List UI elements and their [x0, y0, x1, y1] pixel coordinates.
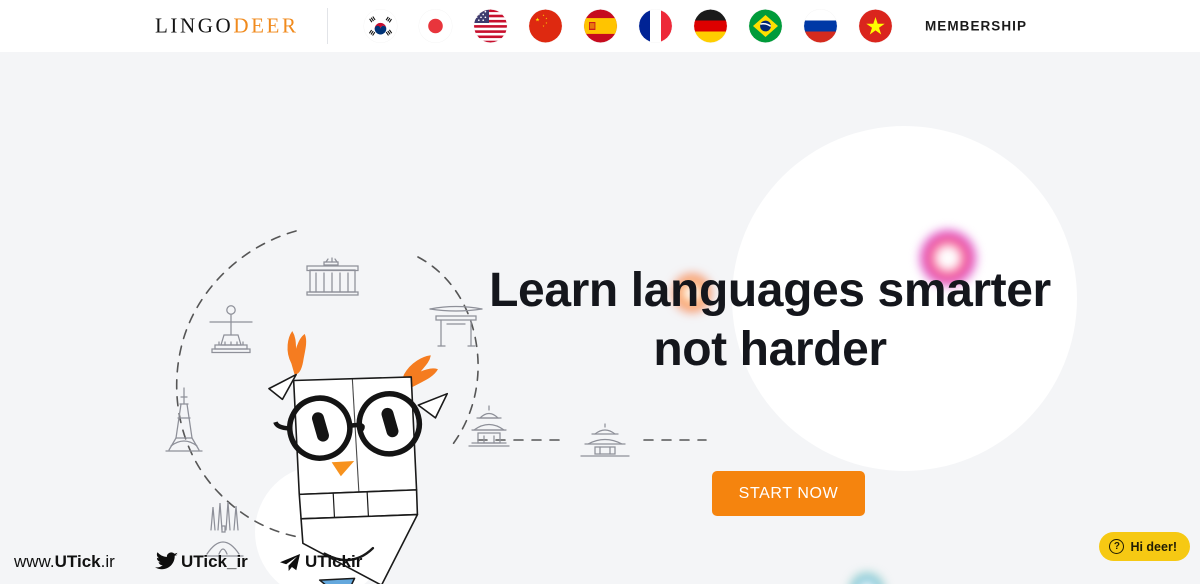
page-root: LINGODEER MEMBERSHIP Learn languages sma…	[0, 0, 1200, 584]
membership-link[interactable]: MEMBERSHIP	[925, 19, 1027, 34]
site-header: LINGODEER MEMBERSHIP	[0, 0, 1200, 52]
flag-korea-icon[interactable]	[364, 9, 397, 43]
headline-line-1: Learn languages smarter	[489, 264, 1051, 317]
flag-germany-icon[interactable]	[694, 9, 727, 43]
flag-china-icon[interactable]	[529, 9, 562, 43]
hero-section: Learn languages smarter not harder START…	[0, 52, 1200, 584]
flag-spain-icon[interactable]	[584, 9, 617, 43]
lingodeer-mascot	[268, 331, 449, 584]
logo-text-deer: DEER	[233, 13, 299, 38]
lingodeer-logo[interactable]: LINGODEER	[155, 14, 299, 39]
flag-vietnam-icon[interactable]	[859, 9, 892, 43]
landmark-christ-the-redeemer	[209, 305, 253, 354]
chat-widget-label: Hi deer!	[1130, 539, 1177, 554]
landmark-gyeongbokgung-palace	[580, 423, 630, 457]
landmark-eiffel-tower	[165, 387, 203, 452]
language-flag-list	[364, 9, 892, 43]
header-divider	[327, 8, 328, 44]
headline-line-2: not harder	[653, 322, 887, 376]
help-chat-widget[interactable]: ? Hi deer!	[1099, 532, 1190, 561]
flag-russia-icon[interactable]	[804, 9, 837, 43]
question-mark-icon: ?	[1109, 539, 1125, 554]
start-now-button[interactable]: START NOW	[712, 471, 865, 516]
flag-france-icon[interactable]	[639, 9, 672, 43]
landmark-sagrada-familia	[202, 501, 244, 557]
flag-usa-icon[interactable]	[474, 9, 507, 43]
page-title: Learn languages smarter not harder	[470, 262, 1070, 379]
landmark-brandenburg-gate	[306, 257, 359, 296]
flag-japan-icon[interactable]	[419, 9, 452, 43]
logo-text-lingo: LINGO	[155, 13, 234, 38]
flag-brazil-icon[interactable]	[749, 9, 782, 43]
